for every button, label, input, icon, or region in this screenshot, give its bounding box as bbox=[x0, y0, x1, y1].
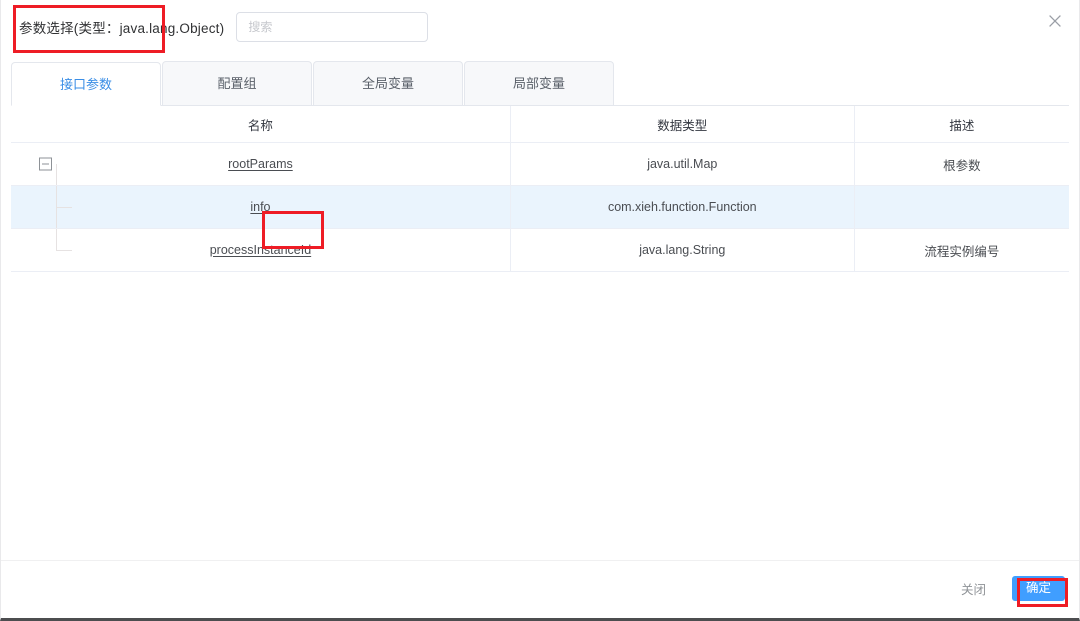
table-cell-name: info bbox=[11, 185, 511, 229]
tab-label: 全局变量 bbox=[361, 76, 414, 91]
tab-label: 配置组 bbox=[217, 76, 257, 91]
parameter-table-container: 名称 数据类型 描述 rootParams java.util.Map 根参数 … bbox=[1, 106, 1079, 540]
table-empty-space bbox=[11, 272, 1069, 540]
table-cell-type: java.util.Map bbox=[510, 142, 855, 186]
parameter-table: 名称 数据类型 描述 rootParams java.util.Map 根参数 … bbox=[11, 106, 1069, 272]
tab-global-variables[interactable]: 全局变量 bbox=[313, 61, 463, 105]
page-title: 参数选择(类型：java.lang.Object) bbox=[19, 21, 225, 36]
tab-local-variables[interactable]: 局部变量 bbox=[464, 61, 614, 105]
confirm-button[interactable]: 确定 bbox=[1011, 575, 1065, 601]
dialog-header: 参数选择(类型：java.lang.Object) bbox=[1, 0, 1079, 54]
table-cell-type: java.lang.String bbox=[510, 228, 855, 272]
dialog-footer: 关闭 确定 bbox=[1, 560, 1079, 615]
table-row[interactable]: processInstanceId java.lang.String 流程实例编… bbox=[11, 228, 1069, 272]
table-cell-name: rootParams bbox=[11, 142, 511, 186]
column-header-type: 数据类型 bbox=[510, 106, 855, 143]
tree-expander-icon[interactable] bbox=[39, 157, 52, 171]
tab-label: 接口参数 bbox=[59, 77, 112, 92]
column-header-name: 名称 bbox=[11, 106, 511, 143]
close-button[interactable]: 关闭 bbox=[951, 572, 996, 605]
param-name-link[interactable]: rootParams bbox=[228, 157, 293, 171]
close-icon[interactable] bbox=[1045, 11, 1065, 31]
table-cell-desc: 流程实例编号 bbox=[854, 228, 1069, 272]
tab-interface-params[interactable]: 接口参数 bbox=[11, 62, 161, 106]
param-name-link[interactable]: info bbox=[250, 200, 270, 214]
tab-config-group[interactable]: 配置组 bbox=[162, 61, 312, 105]
search-input[interactable] bbox=[237, 13, 428, 41]
table-cell-name: processInstanceId bbox=[11, 228, 511, 272]
parameter-select-dialog: 参数选择(类型：java.lang.Object) 接口参数 配置组 全局变量 … bbox=[0, 0, 1080, 621]
table-header-row: 名称 数据类型 描述 bbox=[11, 106, 1069, 143]
table-cell-desc bbox=[854, 185, 1069, 229]
table-row[interactable]: info com.xieh.function.Function bbox=[11, 185, 1069, 229]
param-name-link[interactable]: processInstanceId bbox=[210, 243, 311, 257]
table-row[interactable]: rootParams java.util.Map 根参数 bbox=[11, 142, 1069, 186]
table-cell-type: com.xieh.function.Function bbox=[510, 185, 855, 229]
tab-bar: 接口参数 配置组 全局变量 局部变量 bbox=[1, 54, 1079, 106]
column-header-desc: 描述 bbox=[854, 106, 1069, 143]
search-box[interactable] bbox=[236, 12, 429, 42]
tab-label: 局部变量 bbox=[512, 76, 565, 91]
table-cell-desc: 根参数 bbox=[854, 142, 1069, 186]
